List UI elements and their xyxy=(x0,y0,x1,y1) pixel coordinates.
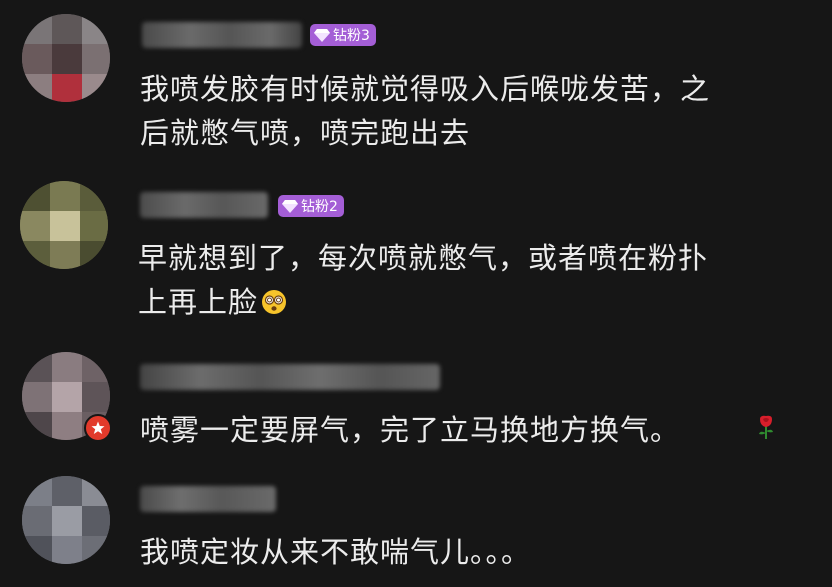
comment-item: 我喷定妆从来不敢喘气儿。。。 xyxy=(0,0,832,587)
comment-line: 我喷定妆从来不敢喘气儿。。。 xyxy=(140,535,532,569)
avatar[interactable] xyxy=(22,476,110,564)
username-blurred[interactable] xyxy=(140,486,276,512)
comment-text: 我喷定妆从来不敢喘气儿。。。 xyxy=(140,530,780,574)
